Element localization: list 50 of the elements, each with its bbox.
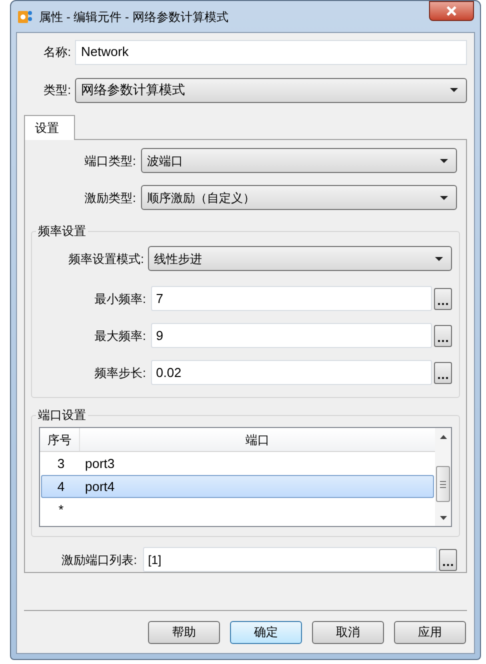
- input-field[interactable]: 9: [151, 323, 432, 348]
- table-row[interactable]: 3 port3: [41, 452, 434, 475]
- table-cell-text: port3: [84, 454, 115, 473]
- dropdown[interactable]: 线性步进: [148, 246, 452, 271]
- field-label: 最大频率:: [94, 328, 147, 344]
- input-field[interactable]: [1]: [143, 547, 437, 572]
- scroll-up-icon[interactable]: [440, 435, 446, 439]
- dialog-button[interactable]: 帮助: [148, 620, 220, 644]
- field-label: 端口类型:: [84, 152, 137, 170]
- table-cell-text: port4: [84, 478, 115, 496]
- browse-button[interactable]: [434, 324, 452, 346]
- field-label: 最小频率:: [94, 290, 147, 308]
- table-cell-text: 4: [56, 478, 66, 496]
- input-field[interactable]: 7: [151, 286, 432, 311]
- table-row[interactable]: 4 port4: [41, 475, 434, 498]
- tab[interactable]: 设置: [24, 115, 75, 140]
- column-header[interactable]: 端口: [80, 428, 435, 451]
- table-cell-text: *: [57, 500, 65, 519]
- dropdown[interactable]: 网络参数计算模式: [75, 78, 467, 102]
- field-label: 类型:: [42, 82, 72, 99]
- field-label: 名称:: [42, 44, 72, 61]
- browse-button[interactable]: [434, 362, 452, 384]
- field-label: 频率设置模式:: [68, 250, 145, 268]
- scroll-down-icon[interactable]: [440, 516, 446, 520]
- table-row[interactable]: *: [41, 498, 434, 521]
- caret-icon: [440, 158, 448, 162]
- dialog-button[interactable]: 取消: [312, 620, 384, 644]
- app-icon: [17, 8, 33, 24]
- field-label: 频率步长:: [94, 364, 147, 382]
- field-label: 激励类型:: [84, 190, 137, 206]
- group-title: 频率设置: [36, 222, 88, 240]
- field-label: 激励端口列表:: [60, 552, 138, 568]
- close-button[interactable]: [429, 1, 474, 21]
- dialog-button[interactable]: 确定: [230, 620, 302, 644]
- dialog-button[interactable]: 应用: [394, 620, 466, 644]
- window-title: 属性 - 编辑元件 - 网络参数计算模式: [39, 8, 228, 26]
- scroll-thumb[interactable]: [436, 466, 450, 502]
- dropdown[interactable]: 顺序激励（自定义）: [141, 185, 457, 210]
- name-field[interactable]: Network: [75, 40, 467, 64]
- caret-icon: [450, 88, 458, 92]
- browse-button[interactable]: [439, 548, 457, 570]
- column-header[interactable]: 序号: [40, 428, 80, 451]
- input-field[interactable]: 0.02: [151, 360, 432, 385]
- close-icon: [446, 6, 457, 16]
- browse-button[interactable]: [434, 288, 452, 310]
- caret-icon: [440, 196, 448, 200]
- dropdown[interactable]: 波端口: [141, 148, 457, 173]
- table-cell-text: 3: [56, 454, 66, 473]
- caret-icon: [435, 256, 443, 260]
- scrollbar[interactable]: [435, 428, 451, 526]
